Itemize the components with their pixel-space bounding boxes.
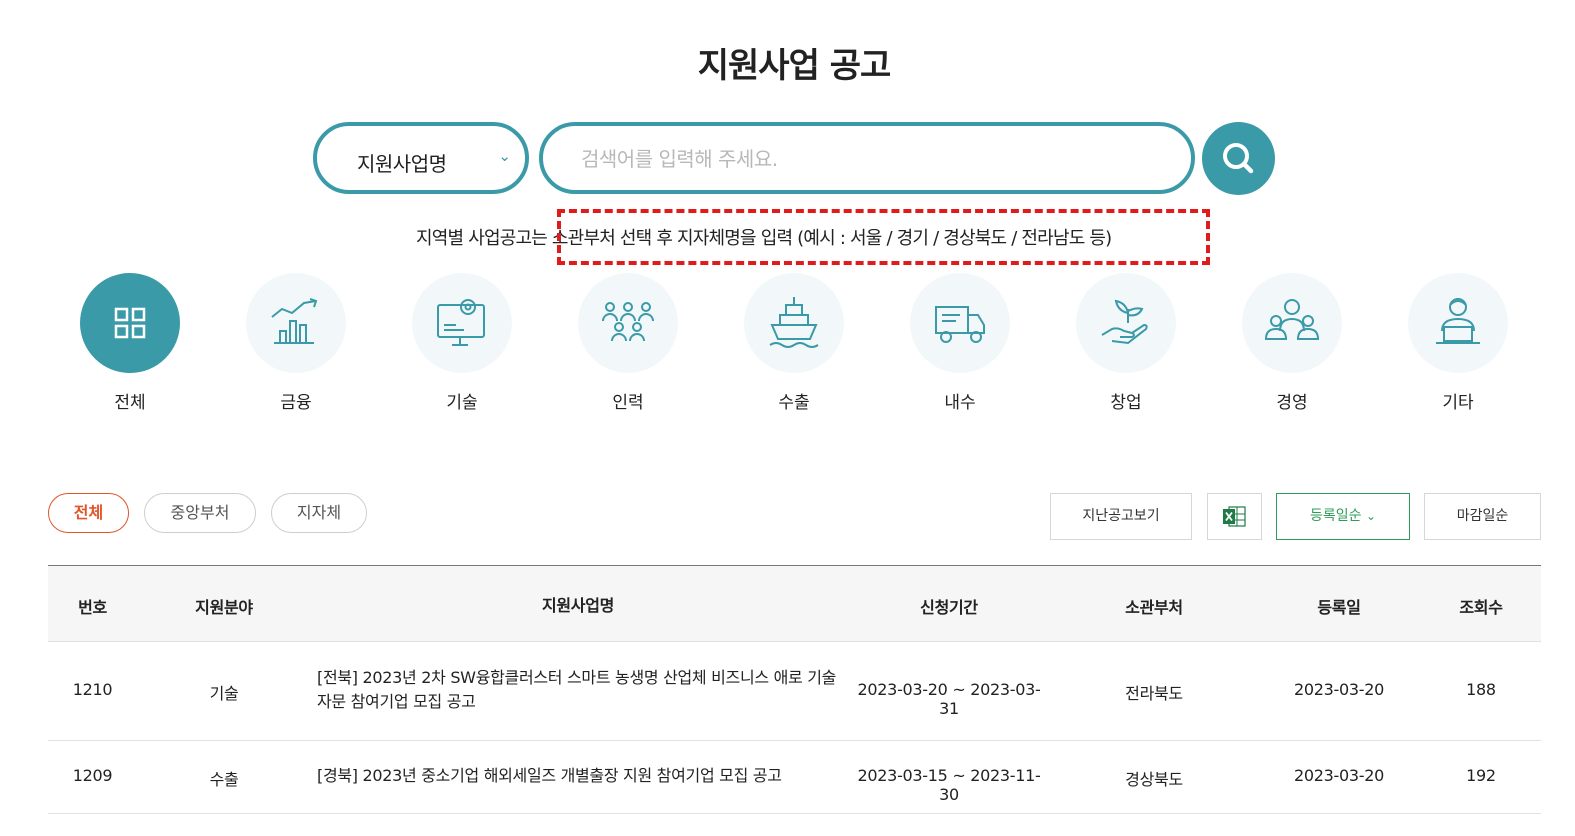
category-label: 수출 [778, 393, 810, 413]
notice-highlight-box [557, 209, 1210, 265]
row-views: 188 [1466, 680, 1496, 699]
row-no: 1210 [72, 680, 113, 699]
chevron-down-icon: ⌄ [1365, 509, 1377, 523]
header-no: 번호 [78, 598, 107, 617]
tech-monitor-gear-icon [437, 299, 485, 346]
category-domestic[interactable]: 내수 [910, 273, 1010, 413]
category-label: 경영 [1276, 393, 1308, 413]
person-laptop-icon [1436, 298, 1480, 344]
category-label: 내수 [944, 393, 976, 413]
header-dept: 소관부처 [1125, 598, 1183, 617]
table-row[interactable]: 1209 수출 [경북] 2023년 중소기업 해외세일즈 개별출장 지원 참여… [48, 741, 1541, 814]
people-group-icon [602, 302, 654, 342]
row-period: 2023-03-20 ~ 2023-03-31 [857, 680, 1041, 718]
row-dept: 전라북도 [1125, 684, 1183, 703]
row-field: 기술 [209, 684, 239, 703]
row-field: 수출 [209, 770, 239, 789]
category-label: 기타 [1442, 393, 1474, 413]
table-header: 번호 지원분야 지원사업명 신청기간 소관부처 등록일 조회수 [48, 566, 1541, 642]
hand-sprout-icon [1101, 299, 1148, 345]
chevron-down-icon: ⌄ [498, 147, 511, 165]
row-title-link[interactable]: [경북] 2023년 중소기업 해외세일즈 개별출장 지원 참여기업 모집 공고 [317, 764, 837, 788]
filter-chip-all[interactable]: 전체 [48, 493, 129, 533]
category-finance[interactable]: 금융 [246, 273, 346, 413]
row-dept: 경상북도 [1125, 770, 1183, 789]
category-startup[interactable]: 창업 [1076, 273, 1176, 413]
filter-chip-local[interactable]: 지자체 [271, 493, 367, 533]
row-period: 2023-03-15 ~ 2023-11-30 [857, 766, 1041, 804]
header-date: 등록일 [1317, 598, 1361, 617]
notice-table: 번호 지원분야 지원사업명 신청기간 소관부처 등록일 조회수 1210 기술 … [48, 565, 1541, 814]
header-title: 지원사업명 [541, 596, 615, 615]
excel-icon [1223, 506, 1246, 527]
sort-deadline-button[interactable]: 마감일순 [1424, 493, 1541, 540]
category-export[interactable]: 수출 [744, 273, 844, 413]
ship-icon [769, 297, 819, 348]
category-tech[interactable]: 기술 [412, 273, 512, 413]
finance-chart-icon [271, 298, 318, 344]
category-label: 기술 [446, 393, 478, 413]
header-views: 조회수 [1459, 598, 1503, 617]
search-button[interactable] [1202, 122, 1275, 195]
sort-registered-button[interactable]: 등록일순 ⌄ [1276, 493, 1410, 540]
row-no: 1209 [72, 766, 113, 785]
header-period: 신청기간 [920, 598, 978, 617]
row-date: 2023-03-20 [1294, 766, 1384, 785]
row-views: 192 [1466, 766, 1496, 785]
category-all[interactable]: 전체 [80, 273, 180, 413]
category-label: 창업 [1110, 393, 1142, 413]
category-label: 인력 [612, 393, 644, 413]
category-etc[interactable]: 기타 [1408, 273, 1508, 413]
excel-download-button[interactable] [1207, 493, 1262, 540]
search-icon [1223, 143, 1254, 174]
category-manpower[interactable]: 인력 [578, 273, 678, 413]
business-team-icon [1264, 299, 1320, 340]
category-label: 전체 [114, 393, 146, 413]
category-label: 금융 [280, 393, 312, 413]
table-row[interactable]: 1210 기술 [전북] 2023년 2차 SW융합클러스터 스마트 농생명 산… [48, 642, 1541, 741]
search-input-wrapper [539, 122, 1195, 194]
row-title-link[interactable]: [전북] 2023년 2차 SW융합클러스터 스마트 농생명 산업체 비즈니스 … [317, 666, 837, 714]
search-field-select[interactable]: 지원사업명 ⌄ [313, 122, 529, 194]
past-notices-button[interactable]: 지난공고보기 [1050, 493, 1192, 540]
delivery-truck-icon [935, 306, 985, 343]
page-title: 지원사업 공고 [697, 46, 892, 86]
search-select-value: 지원사업명 [357, 152, 447, 176]
filter-chip-central[interactable]: 중앙부처 [144, 493, 256, 533]
sort-registered-label: 등록일순 [1309, 508, 1362, 524]
row-date: 2023-03-20 [1294, 680, 1384, 699]
search-input[interactable] [581, 144, 1141, 174]
category-management[interactable]: 경영 [1242, 273, 1342, 413]
grid-icon [114, 307, 146, 339]
header-field: 지원분야 [195, 598, 253, 617]
